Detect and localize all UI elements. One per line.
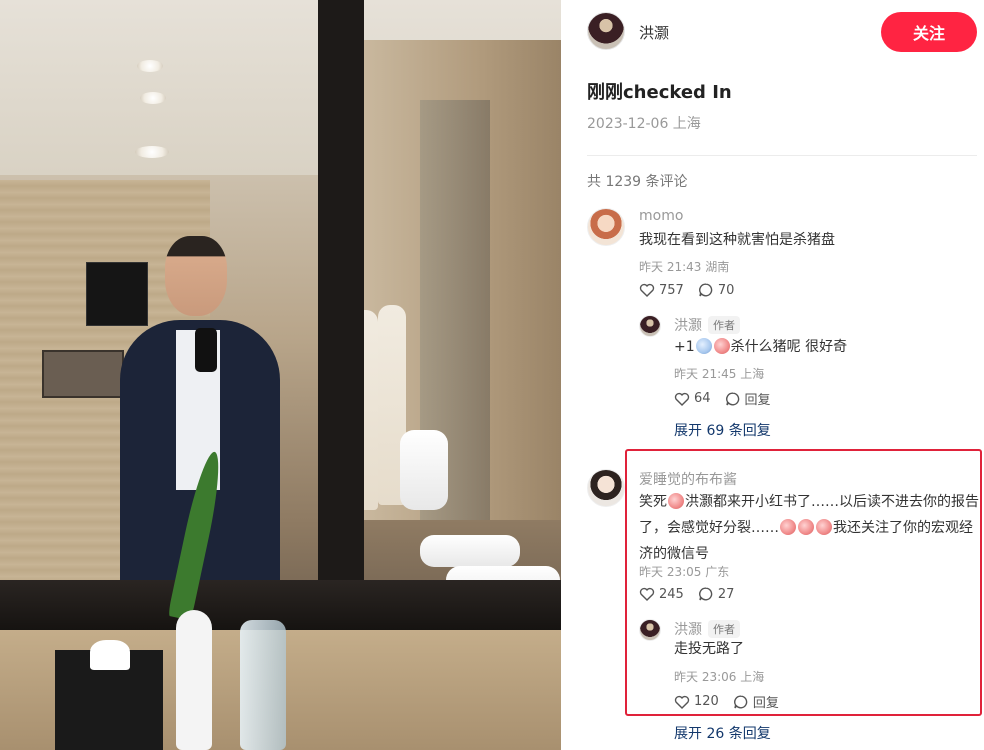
reply-button[interactable]: 回复 <box>725 389 771 408</box>
photo-person-head <box>165 236 227 316</box>
post-title: 刚刚checked In <box>587 82 732 103</box>
comment-text: 笑死 洪灏都来开小红书了……以后读不进去你的报告 了，会感觉好分裂…… 我还关注了你… <box>639 489 979 567</box>
reply-count: 27 <box>717 586 735 602</box>
photo-tissue <box>90 640 130 670</box>
pig-emoji-icon <box>713 338 730 354</box>
comment-avatar[interactable] <box>587 469 625 507</box>
like-count: 64 <box>694 391 711 406</box>
comment-count: 共 1239 条评论 <box>587 174 688 190</box>
heart-icon <box>674 695 690 709</box>
divider <box>587 155 977 156</box>
chat-bubble-icon <box>698 587 713 601</box>
expand-replies-link[interactable]: 展开 26 条回复 <box>674 723 771 743</box>
like-button[interactable]: 120 <box>674 694 719 710</box>
comment-username[interactable]: 爱睡觉的布布酱 <box>639 469 737 489</box>
reply-count-button[interactable]: 70 <box>698 282 735 298</box>
pig-emoji-icon <box>798 519 814 535</box>
author-tag: 作者 <box>708 316 740 334</box>
comment-actions: 757 70 <box>639 282 748 298</box>
follow-button[interactable]: 关注 <box>881 12 977 52</box>
expand-replies-link[interactable]: 展开 69 条回复 <box>674 420 771 440</box>
reply-label: 回复 <box>744 393 771 408</box>
comment-username[interactable]: momo <box>639 208 683 224</box>
post-date-location: 2023-12-06 上海 <box>587 116 701 132</box>
photo-towel <box>400 430 448 510</box>
photo-phone <box>195 328 217 372</box>
author-name[interactable]: 洪灏 <box>639 22 669 43</box>
like-count: 120 <box>694 694 719 709</box>
photo-sconce <box>42 350 124 398</box>
ceiling-light <box>137 60 163 72</box>
comment-text-part: 了，会感觉好分裂…… <box>639 520 779 536</box>
chat-bubble-icon <box>733 695 748 708</box>
comment-actions: 245 27 <box>639 586 748 602</box>
comment-time: 昨天 23:05 广东 <box>639 565 730 579</box>
reply-count: 70 <box>717 282 735 298</box>
ceiling-light <box>140 92 166 104</box>
like-button[interactable]: 64 <box>674 391 711 407</box>
comment-text-part: 洪灏都来开小红书了……以后读不进去你的报告 <box>685 494 979 510</box>
emoji-icon <box>695 338 712 354</box>
photo-mirror-frame <box>318 0 364 640</box>
post-photo[interactable] <box>0 0 561 750</box>
comment-avatar[interactable] <box>587 208 625 246</box>
reply-text: +1 杀什么猪呢 很好奇 <box>674 334 847 360</box>
like-button[interactable]: 757 <box>639 282 684 298</box>
reply-time: 昨天 23:06 上海 <box>674 670 765 684</box>
reply-button[interactable]: 回复 <box>733 692 779 711</box>
comment-text-part: 笑死 <box>639 494 667 510</box>
comment-text-part: 我还关注了你的宏观经 <box>833 520 973 536</box>
pig-emoji-icon <box>816 519 832 535</box>
reply-username[interactable]: 洪灏 作者 <box>674 315 740 335</box>
reply-text: 走投无路了 <box>674 641 744 657</box>
like-count: 757 <box>659 282 684 298</box>
reply-label: 回复 <box>752 696 779 711</box>
chat-bubble-icon <box>698 283 713 297</box>
reply-avatar[interactable] <box>639 619 661 641</box>
reply-time: 昨天 21:45 上海 <box>674 367 765 381</box>
reply-text-part: 杀什么猪呢 很好奇 <box>730 339 848 355</box>
like-button[interactable]: 245 <box>639 586 684 602</box>
like-count: 245 <box>659 586 684 602</box>
pig-emoji-icon <box>668 493 684 509</box>
reply-count-button[interactable]: 27 <box>698 586 735 602</box>
reply-actions: 64 回复 <box>674 389 785 408</box>
reply-avatar[interactable] <box>639 315 661 337</box>
reply-username-text: 洪灏 <box>674 318 702 334</box>
chat-bubble-icon <box>725 392 739 405</box>
heart-icon <box>639 587 655 601</box>
photo-tv <box>86 262 148 326</box>
photo-vase <box>176 610 212 750</box>
comment-time: 昨天 21:43 湖南 <box>639 260 730 274</box>
heart-icon <box>674 392 690 406</box>
post-detail-panel: 洪灏 关注 刚刚checked In 2023-12-06 上海 共 1239 … <box>561 0 984 750</box>
comment-text: 我现在看到这种就害怕是杀猪盘 <box>639 232 835 248</box>
reply-text-part: +1 <box>674 339 695 355</box>
photo-bottle <box>240 620 286 750</box>
author-avatar[interactable] <box>587 12 625 50</box>
comment-text-part: 济的微信号 <box>639 546 709 562</box>
photo-towel <box>420 535 520 567</box>
reply-actions: 120 回复 <box>674 692 793 711</box>
ceiling-light <box>135 146 169 158</box>
pig-emoji-icon <box>780 519 796 535</box>
heart-icon <box>639 283 655 297</box>
